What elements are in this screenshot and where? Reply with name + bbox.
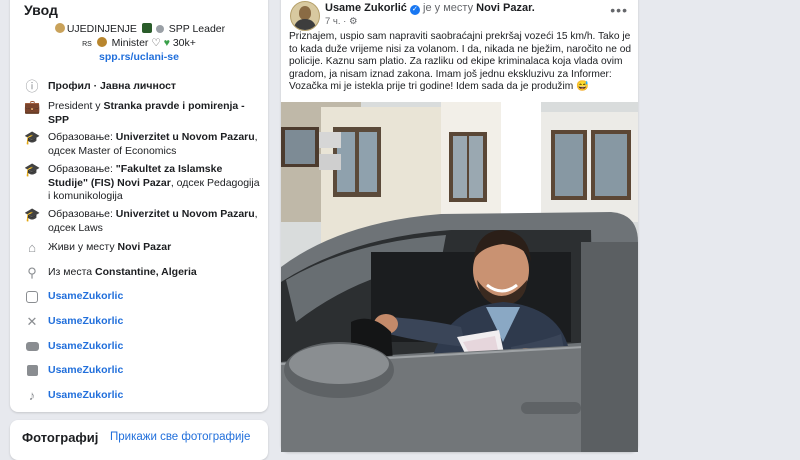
serbia-coat-icon	[96, 37, 107, 47]
author-name[interactable]: Usame Zukorlić	[325, 2, 407, 14]
location-prefix: је у месту	[423, 2, 474, 14]
intro-card: Увод UJEDINJENJE SPP Leader RS Minister …	[10, 0, 268, 412]
intro-title: Увод	[24, 2, 58, 18]
row-text: President у	[48, 100, 104, 112]
post-location[interactable]: Novi Pazar.	[476, 2, 535, 14]
heart-outline-icon: ♡	[151, 37, 161, 49]
row-link[interactable]: Constantine, Algeria	[95, 266, 197, 278]
post-header: Usame Zukorlić ✓ је у месту Novi Pazar.	[325, 2, 535, 15]
intro-row-profile: ⓘ Профил · Јавна личност	[24, 79, 264, 95]
row-link[interactable]: Univerzitet u Novom Pazaru	[116, 208, 255, 220]
bio-link[interactable]: spp.rs/uclani-se	[99, 51, 179, 63]
graduation-cap-icon: 🎓	[24, 130, 41, 145]
row-text: Образовање:	[48, 131, 116, 143]
intro-row-lives: ⌂ Живи у месту Novi Pazar	[24, 240, 264, 256]
intro-row-education-1: 🎓 Образовање: Univerzitet u Novom Pazaru…	[24, 130, 264, 158]
social-link[interactable]: UsameZukorlic	[48, 389, 123, 404]
more-options-icon[interactable]: •••	[610, 2, 628, 18]
location-pin-icon: ⚲	[27, 265, 37, 280]
row-text: Профил · Јавна личност	[48, 80, 177, 92]
seal-icon	[54, 23, 65, 33]
social-link[interactable]: UsameZukorlic	[48, 315, 123, 330]
graduation-cap-icon: 🎓	[24, 207, 41, 222]
social-x[interactable]: ✕ UsameZukorlic	[24, 314, 264, 330]
social-tiktok[interactable]: ♪ UsameZukorlic	[24, 388, 264, 404]
bio-line-3: spp.rs/uclani-se	[10, 50, 268, 64]
intro-row-education-2: 🎓 Образовање: "Fakultet za Islamske Stud…	[24, 162, 264, 204]
sparkle-icon	[155, 25, 164, 33]
bio-followers: 30k+	[172, 37, 196, 49]
photos-card: Фотографиј Прикажи све фотографије	[10, 420, 268, 460]
youtube-icon	[24, 339, 40, 355]
briefcase-icon: 💼	[24, 99, 41, 114]
row-link[interactable]: Univerzitet u Novom Pazaru	[116, 131, 255, 143]
graduation-cap-icon: 🎓	[24, 162, 41, 177]
linkedin-icon	[24, 363, 40, 379]
post-text: Priznajem, uspio sam napraviti saobraćaj…	[289, 31, 632, 93]
car-driver-illustration	[281, 102, 638, 452]
post-time[interactable]: 7 ч.	[325, 16, 341, 27]
intro-row-from: ⚲ Из места Constantine, Algeria	[24, 265, 264, 281]
photos-title: Фотографиј	[22, 430, 99, 445]
social-instagram[interactable]: UsameZukorlic	[24, 290, 264, 305]
home-icon: ⌂	[28, 240, 36, 255]
verified-badge-icon: ✓	[409, 5, 420, 15]
social-youtube[interactable]: UsameZukorlic	[24, 340, 264, 355]
intro-row-education-3: 🎓 Образовање: Univerzitet u Novom Pazaru…	[24, 207, 264, 235]
info-icon: ⓘ	[25, 79, 39, 94]
intro-row-work: 💼 President у Stranka pravde i pomirenja…	[24, 99, 264, 127]
post-card: Usame Zukorlić ✓ је у месту Novi Pazar. …	[281, 0, 638, 452]
globe-icon: ⚙	[348, 16, 358, 27]
bio-line-1: UJEDINJENJE SPP Leader	[10, 22, 268, 36]
green-heart-icon: ♥	[163, 37, 170, 49]
bio-leader: SPP Leader	[168, 23, 226, 35]
row-text: Живи у месту	[48, 241, 118, 253]
bio-rs: RS	[82, 41, 92, 48]
row-text: Образовање:	[48, 163, 116, 175]
show-all-photos-link[interactable]: Прикажи све фотографије	[110, 431, 250, 443]
avatar[interactable]	[290, 1, 320, 31]
x-icon: ✕	[26, 314, 38, 329]
tiktok-icon: ♪	[28, 388, 36, 403]
social-link[interactable]: UsameZukorlic	[48, 340, 123, 355]
social-link[interactable]: UsameZukorlic	[48, 364, 123, 379]
post-photo[interactable]	[281, 102, 638, 452]
row-link[interactable]: Novi Pazar	[118, 241, 172, 253]
party-logo-icon	[141, 23, 152, 33]
instagram-icon	[24, 289, 40, 305]
row-text: Образовање:	[48, 208, 116, 220]
bio-ujedinjenje: UJEDINJENJE	[66, 23, 137, 35]
bio-minister: Minister	[111, 37, 149, 49]
post-meta: 7 ч. · ⚙	[325, 16, 358, 27]
social-linkedin[interactable]: UsameZukorlic	[24, 364, 264, 379]
row-text: Из места	[48, 266, 96, 278]
social-link[interactable]: UsameZukorlic	[48, 290, 123, 305]
